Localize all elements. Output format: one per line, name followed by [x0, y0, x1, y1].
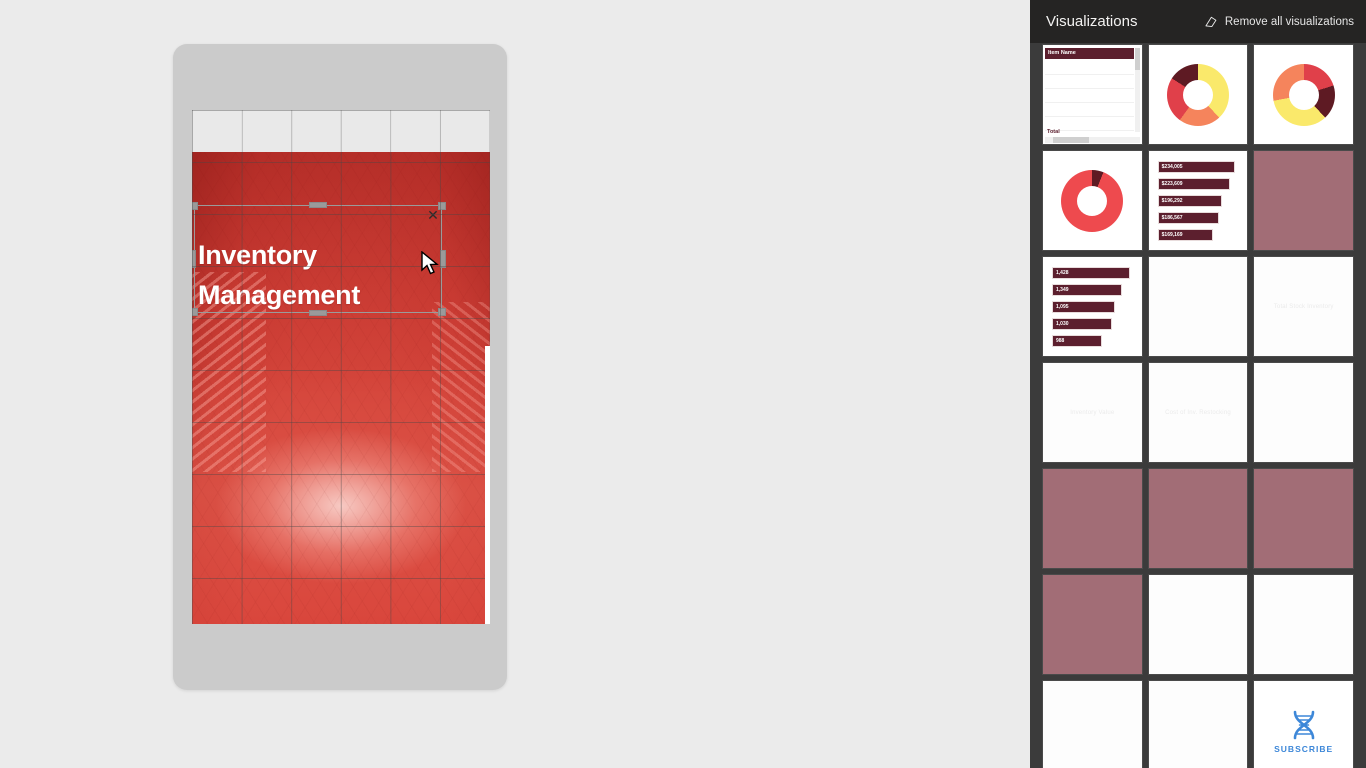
bar-value-label: $234,005: [1161, 164, 1183, 170]
bar-item: 1,428: [1052, 267, 1130, 279]
table-vertical-scrollbar[interactable]: [1134, 48, 1140, 132]
placeholder-label: Total Stock Inventory: [1273, 303, 1334, 310]
report-canvas-area: Inventory Management ✕: [0, 0, 1030, 768]
bar-value-label: 988: [1056, 338, 1065, 344]
viz-thumbnail-solid-4[interactable]: [1253, 468, 1354, 569]
subscribe-watermark: SUBSCRIBE: [1254, 681, 1353, 768]
table-horizontal-scrollbar[interactable]: [1045, 137, 1140, 143]
viz-thumbnail-blank-7[interactable]: [1253, 574, 1354, 675]
image-visual[interactable]: Inventory Management ✕: [192, 152, 490, 624]
viz-thumbnail-solid-5[interactable]: [1042, 574, 1143, 675]
visualizations-header: Visualizations Remove all visualizations: [1030, 0, 1366, 43]
resize-handle-bottom-right[interactable]: [438, 308, 446, 316]
visualizations-grid[interactable]: Item Name Total $234,005 $223,609 $196,292 $1…: [1030, 43, 1366, 768]
donut-chart: [1043, 151, 1142, 250]
dna-helix-icon: [1293, 710, 1314, 739]
table-total-label: Total: [1047, 129, 1060, 135]
mouse-cursor: [421, 251, 439, 275]
bar-item: $196,292: [1157, 195, 1223, 207]
bar-value-label: 1,428: [1056, 270, 1069, 276]
placeholder-label: Inventory Value: [1070, 409, 1115, 416]
bar-chart: 1,428 1,349 1,095 1,030 988: [1052, 267, 1136, 348]
viz-thumbnail-donut-2[interactable]: [1253, 44, 1354, 145]
bar-item: $169,169: [1157, 229, 1213, 241]
resize-handle-bottom-center[interactable]: [309, 310, 327, 316]
bar-value-label: $196,292: [1161, 198, 1183, 204]
bar-item: $186,567: [1157, 212, 1219, 224]
donut-ring: [1272, 63, 1335, 126]
bar-chart: $234,005 $223,609 $196,292 $186,567 $169,169: [1157, 161, 1242, 242]
bar-value-label: 1,095: [1056, 304, 1069, 310]
viz-thumbnail-blank-9[interactable]: [1147, 680, 1249, 768]
bar-item: $234,005: [1157, 161, 1235, 173]
text-box-visual[interactable]: Inventory Management ✕: [192, 202, 446, 316]
resize-handle-top-left[interactable]: [192, 202, 198, 210]
viz-thumbnail-blank-8[interactable]: [1042, 680, 1143, 768]
resize-handle-top-right[interactable]: [438, 202, 446, 210]
bar-item: 988: [1052, 335, 1103, 347]
viz-thumbnail-solid-1[interactable]: [1253, 150, 1354, 251]
resize-handle-middle-left[interactable]: [192, 250, 196, 268]
app-root: Inventory Management ✕ Visualizations Re…: [0, 0, 1366, 768]
bar-value-label: 1,349: [1056, 287, 1069, 293]
pane-title: Visualizations: [1046, 13, 1138, 30]
phone-report-canvas[interactable]: Inventory Management ✕: [192, 110, 490, 624]
resize-handle-bottom-left[interactable]: [192, 308, 198, 316]
visualizations-pane: Visualizations Remove all visualizations…: [1030, 0, 1366, 768]
close-icon[interactable]: ✕: [426, 209, 440, 223]
bar-value-label: 1,030: [1056, 321, 1069, 327]
bar-item: 1,095: [1052, 301, 1115, 313]
donut-ring: [1061, 169, 1124, 232]
placeholder-label: Cost of Inv. Restocking: [1165, 409, 1231, 416]
viz-thumbnail-bar-count[interactable]: 1,428 1,349 1,095 1,030 988: [1042, 256, 1143, 357]
bar-item: $223,609: [1157, 178, 1230, 190]
viz-thumbnail-solid-2[interactable]: [1042, 468, 1143, 569]
canvas-grid-strip: [192, 110, 490, 152]
viz-thumbnail-blank-1[interactable]: [1147, 256, 1249, 357]
resize-handle-top-center[interactable]: [309, 202, 327, 208]
viz-thumbnail-blank-6[interactable]: [1147, 574, 1249, 675]
viz-thumbnail-donut-1[interactable]: [1147, 44, 1249, 145]
viz-thumbnail-donut-3[interactable]: [1042, 150, 1143, 251]
viz-thumbnail-table[interactable]: Item Name Total: [1042, 44, 1143, 145]
viz-thumbnail-blank-3[interactable]: Inventory Value: [1042, 362, 1143, 463]
viz-thumbnail-blank-5[interactable]: [1253, 362, 1354, 463]
bar-value-label: $186,567: [1161, 215, 1183, 221]
bar-value-label: $223,609: [1161, 181, 1183, 187]
photo-right-structure: [432, 302, 490, 472]
table-header-cell: Item Name: [1045, 48, 1134, 59]
viz-thumbnail-subscribe[interactable]: SUBSCRIBE: [1253, 680, 1354, 768]
viz-thumbnail-solid-3[interactable]: [1147, 468, 1249, 569]
viz-thumbnail-blank-2[interactable]: Total Stock Inventory: [1253, 256, 1354, 357]
eraser-icon: [1205, 16, 1217, 27]
viz-thumbnail-blank-4[interactable]: Cost of Inv. Restocking: [1147, 362, 1249, 463]
remove-all-label: Remove all visualizations: [1224, 15, 1354, 28]
bar-value-label: $169,169: [1161, 232, 1183, 238]
viz-thumbnail-bar-currency[interactable]: $234,005 $223,609 $196,292 $186,567 $169,169: [1147, 150, 1249, 251]
subscribe-label: SUBSCRIBE: [1274, 743, 1334, 754]
remove-all-visualizations-button[interactable]: Remove all visualizations: [1204, 15, 1354, 29]
donut-chart: [1254, 45, 1353, 144]
text-box-title: Inventory Management: [198, 240, 361, 310]
donut-chart: [1149, 45, 1248, 144]
donut-ring: [1166, 63, 1229, 126]
canvas-vertical-scrollbar[interactable]: [485, 346, 490, 624]
bar-item: 1,349: [1052, 284, 1123, 296]
bar-item: 1,030: [1052, 318, 1113, 330]
table-rows: [1045, 61, 1134, 131]
